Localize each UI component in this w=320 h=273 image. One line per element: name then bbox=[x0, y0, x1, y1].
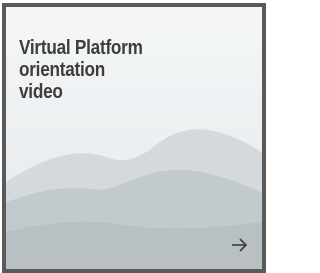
card-title-line-1: Virtual Platform bbox=[19, 37, 143, 59]
card-title-line-2: orientation bbox=[19, 59, 106, 81]
card-title: Virtual Platform orientation video bbox=[19, 37, 217, 103]
arrow-right-icon[interactable] bbox=[229, 235, 249, 255]
card-title-line-3: video bbox=[19, 81, 63, 103]
orientation-video-card[interactable]: Virtual Platform orientation video bbox=[2, 3, 266, 273]
